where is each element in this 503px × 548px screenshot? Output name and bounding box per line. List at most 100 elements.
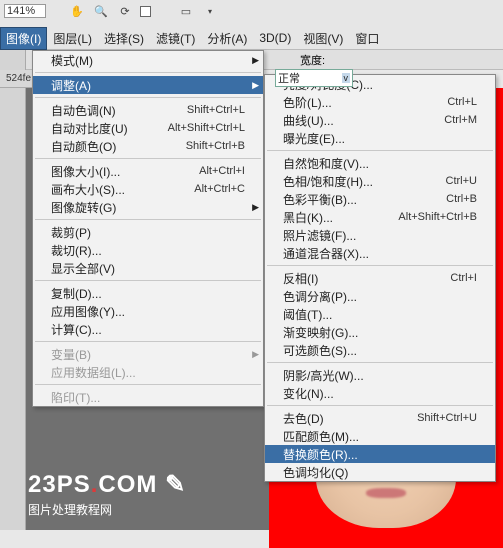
menubar-item-5[interactable]: 3D(D)	[253, 28, 297, 48]
menu-item-label: 通道混合器(X)...	[283, 245, 369, 262]
menu-item[interactable]: 变化(N)...	[265, 384, 495, 402]
menu-item-label: 自然饱和度(V)...	[283, 155, 369, 172]
submenu-arrow-icon: ▶	[252, 55, 259, 66]
menubar-item-7[interactable]: 窗口	[349, 27, 385, 50]
menu-item[interactable]: 计算(C)...	[33, 320, 263, 338]
menu-item-label: 自动色调(N)	[51, 102, 116, 119]
menu-item[interactable]: 色调均化(Q)	[265, 463, 495, 481]
menu-item[interactable]: 调整(A)▶	[33, 76, 263, 94]
menu-item[interactable]: 色彩平衡(B)...Ctrl+B	[265, 190, 495, 208]
tool-strip[interactable]	[0, 50, 26, 530]
menu-item-label: 曝光度(E)...	[283, 130, 345, 147]
hand-icon[interactable]: ✋	[68, 2, 86, 20]
menu-item-label: 模式(M)	[51, 52, 93, 69]
top-section: 141% ✋ 🔍 ⟳ ▭ ▾ 图像(I)图层(L)选择(S)滤镜(T)分析(A)…	[0, 0, 503, 50]
menu-item-shortcut: Alt+Ctrl+C	[194, 183, 245, 195]
menu-item-label: 陷印(T)...	[51, 389, 100, 406]
menu-item[interactable]: 匹配颜色(M)...	[265, 427, 495, 445]
menu-item-label: 反相(I)	[283, 270, 318, 287]
menu-item-label: 应用图像(Y)...	[51, 303, 125, 320]
menu-item-label: 色彩平衡(B)...	[283, 191, 357, 208]
mode-select[interactable]: 正常 v	[275, 69, 353, 87]
menu-item: 变量(B)▶	[33, 345, 263, 363]
menu-item[interactable]: 模式(M) ▶	[33, 51, 263, 69]
menu-item-label: 变量(B)	[51, 346, 91, 363]
menu-item-label: 自动颜色(O)	[51, 138, 116, 155]
menu-item-label: 色调分离(P)...	[283, 288, 357, 305]
menu-item[interactable]: 图像大小(I)...Alt+Ctrl+I	[33, 162, 263, 180]
menu-item[interactable]: 反相(I) Ctrl+I	[265, 269, 495, 287]
menu-item[interactable]: 画布大小(S)... Alt+Ctrl+C	[33, 180, 263, 198]
pencil-icon: ✎	[165, 471, 186, 498]
menu-separator	[35, 158, 261, 159]
menu-item[interactable]: 自然饱和度(V)...	[265, 154, 495, 172]
top-toolbar: 141% ✋ 🔍 ⟳ ▭ ▾	[0, 0, 503, 22]
menu-item: 陷印(T)...	[33, 388, 263, 406]
menubar-item-6[interactable]: 视图(V)	[297, 27, 349, 50]
menu-item[interactable]: 色调分离(P)...	[265, 287, 495, 305]
toolbar-checkbox-1[interactable]	[140, 6, 151, 17]
menu-separator	[35, 341, 261, 342]
menu-item-label: 去色(D)	[283, 410, 324, 427]
menu-item[interactable]: 阴影/高光(W)...	[265, 366, 495, 384]
menu-item-label: 色相/饱和度(H)...	[283, 173, 373, 190]
menu-item-label: 色阶(L)...	[283, 94, 332, 111]
menu-item[interactable]: 复制(D)...	[33, 284, 263, 302]
menu-item[interactable]: 显示全部(V)	[33, 259, 263, 277]
menu-item-label: 照片滤镜(F)...	[283, 227, 356, 244]
menubar-item-0[interactable]: 图像(I)	[0, 27, 47, 50]
menu-item-label: 渐变映射(G)...	[283, 324, 358, 341]
menu-item-label: 显示全部(V)	[51, 260, 115, 277]
image-menu-dropdown: 模式(M) ▶ 调整(A)▶ 自动色调(N) Shift+Ctrl+L 自动对比度(U)A…	[32, 50, 264, 407]
mouth	[366, 488, 406, 498]
menu-item-label: 色调均化(Q)	[283, 464, 348, 481]
menu-item-label: 图像旋转(G)	[51, 199, 116, 216]
menu-item[interactable]: 自动色调(N) Shift+Ctrl+L	[33, 101, 263, 119]
zoom-level[interactable]: 141%	[4, 4, 46, 18]
menu-item[interactable]: 应用图像(Y)...	[33, 302, 263, 320]
menu-item[interactable]: 曲线(U)...Ctrl+M	[265, 111, 495, 129]
logo-subtitle: 图片处理教程网	[28, 501, 186, 518]
menu-item-label: 曲线(U)...	[283, 112, 334, 129]
menu-item[interactable]: 照片滤镜(F)...	[265, 226, 495, 244]
menu-separator	[267, 265, 493, 266]
menu-item-shortcut: Ctrl+L	[447, 96, 477, 108]
logo-text-1: 23PS	[28, 471, 91, 498]
menu-separator	[35, 219, 261, 220]
menu-separator	[267, 150, 493, 151]
menu-item[interactable]: 可选颜色(S)...	[265, 341, 495, 359]
menu-item[interactable]: 阈值(T)...	[265, 305, 495, 323]
menu-item[interactable]: 裁切(R)...	[33, 241, 263, 259]
menu-item[interactable]: 图像旋转(G)▶	[33, 198, 263, 216]
menu-item[interactable]: 自动对比度(U)Alt+Shift+Ctrl+L	[33, 119, 263, 137]
menubar-item-2[interactable]: 选择(S)	[98, 27, 150, 50]
chevron-down-icon: v	[342, 73, 351, 83]
menu-item-label: 图像大小(I)...	[51, 163, 120, 180]
menu-item-label: 黑白(K)...	[283, 209, 333, 226]
menubar-item-4[interactable]: 分析(A)	[201, 27, 253, 50]
menu-item[interactable]: 黑白(K)...Alt+Shift+Ctrl+B	[265, 208, 495, 226]
rotate-icon[interactable]: ⟳	[116, 2, 134, 20]
mode-select-label: 正常	[278, 70, 300, 86]
zoom-icon[interactable]: 🔍	[92, 2, 110, 20]
menu-item-label: 画布大小(S)...	[51, 181, 125, 198]
adjustments-submenu: 正常 v 亮度/对比度(C)...色阶(L)...Ctrl+L曲线(U)...C…	[264, 74, 496, 482]
menu-separator	[35, 280, 261, 281]
dropdown-caret-icon[interactable]: ▾	[201, 2, 219, 20]
menu-item[interactable]: 色相/饱和度(H)...Ctrl+U	[265, 172, 495, 190]
menu-item[interactable]: 渐变映射(G)...	[265, 323, 495, 341]
menu-item-label: 匹配颜色(M)...	[283, 428, 359, 445]
menu-item[interactable]: 色阶(L)... Ctrl+L	[265, 93, 495, 111]
menu-item-shortcut: Ctrl+I	[450, 272, 477, 284]
screen-mode-icon[interactable]: ▭	[177, 2, 195, 20]
menu-item[interactable]: 裁剪(P)	[33, 223, 263, 241]
menu-item[interactable]: 自动颜色(O)Shift+Ctrl+B	[33, 137, 263, 155]
menubar-item-3[interactable]: 滤镜(T)	[150, 27, 201, 50]
menu-item-shortcut: Shift+Ctrl+L	[187, 104, 245, 116]
menu-item[interactable]: 曝光度(E)...	[265, 129, 495, 147]
menu-item[interactable]: 去色(D)Shift+Ctrl+U	[265, 409, 495, 427]
menu-item[interactable]: 替换颜色(R)...	[265, 445, 495, 463]
menu-item[interactable]: 通道混合器(X)...	[265, 244, 495, 262]
menubar-item-1[interactable]: 图层(L)	[47, 27, 98, 50]
menu-item-label: 裁剪(P)	[51, 224, 91, 241]
